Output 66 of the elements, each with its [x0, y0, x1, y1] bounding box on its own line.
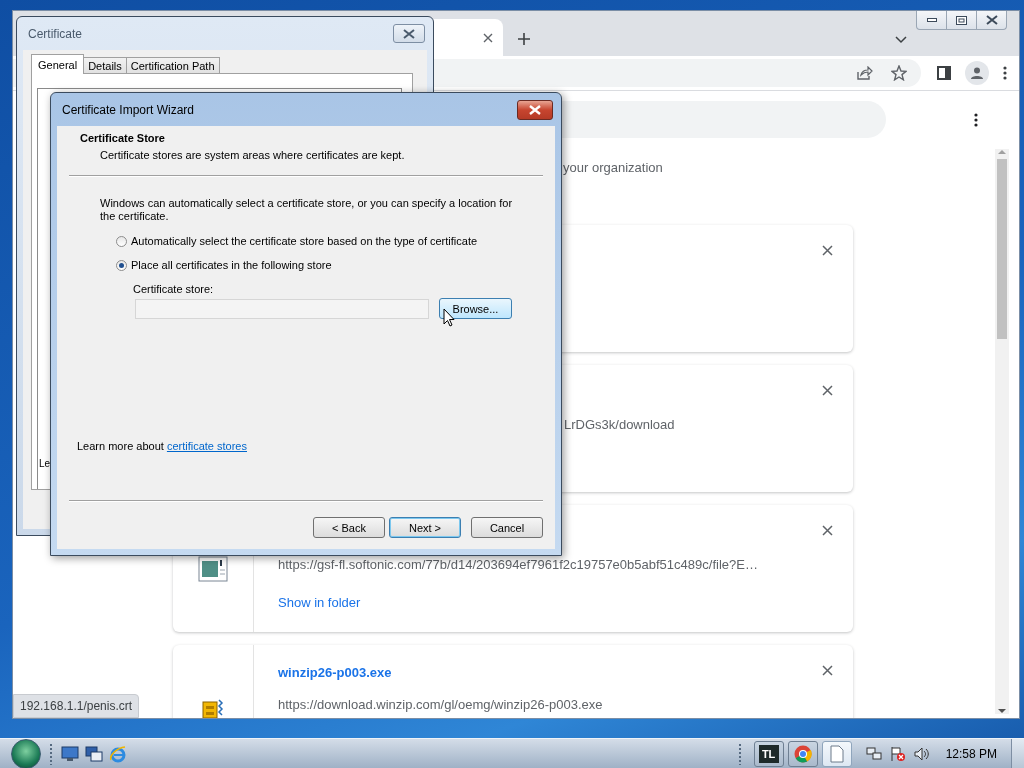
plus-icon[interactable]	[517, 32, 531, 46]
taskbar-app-button[interactable]	[787, 740, 818, 767]
close-icon[interactable]	[483, 32, 493, 43]
show-desktop-button[interactable]	[1011, 738, 1024, 768]
restore-icon	[956, 15, 967, 25]
image-file-icon	[198, 555, 228, 582]
close-icon[interactable]	[822, 385, 833, 396]
dialog-button[interactable]: < Back	[313, 517, 385, 538]
menu-icon[interactable]	[1003, 66, 1007, 80]
document-icon	[829, 744, 844, 763]
star-icon[interactable]	[891, 65, 907, 81]
field-label: Certificate store:	[133, 283, 215, 295]
scrollbar[interactable]	[995, 149, 1009, 714]
scroll-down-arrow-icon[interactable]	[998, 708, 1006, 714]
close-icon	[985, 15, 998, 25]
speaker-icon[interactable]	[913, 746, 930, 761]
menu-icon[interactable]	[974, 112, 978, 127]
installer-box-icon	[202, 698, 224, 718]
minimize-icon	[926, 18, 937, 22]
radio-option[interactable]: Automatically select the certificate store based on the type of certificate	[116, 235, 555, 247]
show-in-folder-link[interactable]: Show in folder	[278, 595, 361, 610]
radio-button[interactable]	[116, 235, 127, 247]
browse-button[interactable]: Browse...	[439, 298, 512, 319]
close-button[interactable]	[517, 99, 553, 120]
mouse-pointer-icon	[443, 308, 455, 327]
radio-button[interactable]	[116, 259, 127, 271]
status-url: 192.168.1.1/penis.crt	[13, 694, 140, 718]
dialog-title: Certificate Import Wizard	[62, 102, 196, 117]
close-icon[interactable]	[822, 665, 833, 676]
instruction-text: Windows can automatically select a certificate store, or you can specify a location for the certificate.	[100, 197, 514, 223]
certificate-store-field[interactable]	[135, 298, 429, 319]
window-switch-icon[interactable]	[85, 745, 103, 762]
file-name-link[interactable]: winzip26-p003.exe	[278, 665, 392, 680]
section-heading: Certificate Store	[80, 132, 166, 144]
radio-option[interactable]: Place all certificates in the following store	[116, 259, 555, 271]
notice-text: your organization	[563, 160, 664, 175]
close-button[interactable]	[393, 24, 425, 43]
close-icon	[529, 104, 541, 115]
dialog-title: Certificate	[28, 26, 84, 41]
radio-label: Automatically select the certificate store based on the type of certificate	[131, 235, 478, 247]
side-panel-icon[interactable]	[937, 66, 951, 80]
scrollbar-thumb[interactable]	[997, 159, 1007, 339]
close-icon	[403, 28, 415, 39]
download-url: LrDGs3k/download	[564, 417, 676, 434]
clock[interactable]: 12:58 PM	[945, 746, 997, 761]
chrome-logo-icon	[793, 744, 812, 763]
share-icon[interactable]	[857, 66, 873, 80]
dialog-tab[interactable]: General	[31, 54, 85, 74]
taskbar-app-button[interactable]: TL	[753, 740, 784, 767]
text-fragment: Le	[38, 458, 51, 471]
download-url: https://download.winzip.com/gl/oemg/winzip26-p003.exe	[278, 697, 604, 714]
download-url: https://gsf-fl.softonic.com/77b/d14/203694ef7961f2c19757e0b5abf51c489c/file?E…	[278, 557, 759, 574]
chevron-down-icon[interactable]	[895, 36, 907, 44]
dialog-button[interactable]: Next >	[389, 517, 461, 538]
monitor-icon[interactable]	[61, 745, 79, 762]
close-icon[interactable]	[822, 245, 833, 256]
network-icon[interactable]	[865, 745, 882, 762]
radio-label: Place all certificates in the following store	[131, 259, 332, 271]
start-button[interactable]	[11, 738, 41, 768]
dialog-button[interactable]: Cancel	[471, 517, 543, 538]
learn-more-text: Learn more about certificate stores	[77, 440, 248, 452]
close-icon[interactable]	[822, 525, 833, 536]
certificate-stores-link[interactable]: certificate stores	[166, 440, 247, 452]
profile-avatar[interactable]	[965, 61, 989, 85]
flag-warning-icon[interactable]	[889, 745, 906, 762]
section-description: Certificate stores are system areas where certificates are kept.	[100, 149, 406, 161]
